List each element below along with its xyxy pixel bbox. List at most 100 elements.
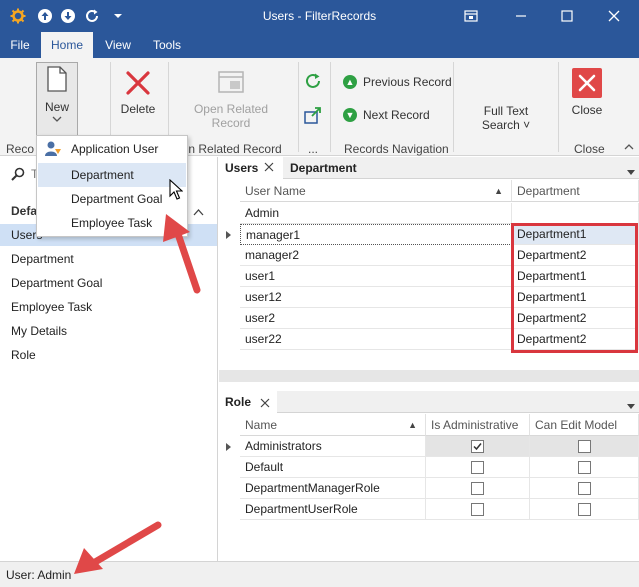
splitter[interactable] [219,370,639,382]
tab-home[interactable]: Home [41,32,93,58]
next-record-button[interactable]: ▼ Next Record [343,108,430,122]
can-edit-model-cell[interactable] [530,457,639,478]
previous-record-button[interactable]: ▲ Previous Record [343,75,452,89]
sort-ascending-icon: ▲ [408,420,417,430]
is-administrative-cell[interactable] [426,478,530,499]
can-edit-model-cell[interactable] [530,499,639,520]
arrow-up-circle-icon: ▲ [343,75,357,89]
nav-item-department[interactable]: Department [0,248,217,270]
checkbox[interactable] [577,503,591,517]
close-button[interactable]: Close [564,68,610,117]
can-edit-model-cell[interactable] [530,478,639,499]
checkbox[interactable] [577,461,591,475]
checkbox[interactable] [471,503,484,517]
collapse-ribbon-icon[interactable] [624,140,634,154]
sort-ascending-icon: ▲ [494,186,503,196]
role-name-cell[interactable]: Default [240,457,426,478]
group-label-records: Reco [6,142,35,156]
column-header-is-administrative[interactable]: Is Administrative [426,414,530,436]
full-text-search-label-1: Full Text [483,104,529,118]
close-tab-icon[interactable] [264,161,274,175]
chevron-down-icon [52,116,62,122]
department-cell[interactable]: Department1 [512,266,639,287]
user-name-cell[interactable]: user12 [240,287,512,308]
menu-item-department-goal[interactable]: Department Goal [38,187,186,211]
department-cell[interactable]: Department1 [512,287,639,308]
is-administrative-cell[interactable] [426,436,530,457]
checked-checkbox[interactable] [471,440,484,454]
tab-file[interactable]: File [4,32,36,58]
collapse-group-icon[interactable] [193,205,204,219]
refresh-green-icon[interactable] [304,72,322,93]
department-cell[interactable]: Department1 [512,224,639,245]
tab-view[interactable]: View [98,32,138,58]
user-name-cell[interactable]: manager1 [240,224,512,245]
close-label: Close [571,103,603,117]
user-name-cell[interactable]: user1 [240,266,512,287]
is-administrative-cell[interactable] [426,457,530,478]
role-name-cell[interactable]: DepartmentUserRole [240,499,426,520]
nav-item-department-goal[interactable]: Department Goal [0,272,217,294]
checkbox[interactable] [471,482,484,496]
new-label: New [44,100,69,114]
delete-button[interactable]: Delete [114,70,162,116]
menu-item-application-user[interactable]: Application User [38,137,186,161]
fullscreen-icon[interactable] [459,5,483,27]
role-name-cell[interactable]: DepartmentManagerRole [240,478,426,499]
can-edit-model-cell[interactable] [530,436,639,457]
menu-item-employee-task[interactable]: Employee Task [38,211,186,235]
ribbon-separator [298,62,299,152]
full-text-search-button[interactable]: Full Text Search ˅ [473,104,539,132]
column-header-name[interactable]: Name ▲ [240,414,426,436]
title-bar: Users - FilterRecords [0,0,639,32]
role-name-cell[interactable]: Administrators [240,436,426,457]
search-icon[interactable] [11,167,25,184]
delete-label: Delete [120,102,156,116]
next-record-label: Next Record [363,108,430,122]
ribbon-tabs: File Home View Tools [0,32,639,58]
is-administrative-cell[interactable] [426,499,530,520]
tab-menu-chevron-icon[interactable] [627,165,635,179]
ribbon-separator [453,62,454,152]
department-cell[interactable]: Department2 [512,308,639,329]
department-cell[interactable]: Department2 [512,245,639,266]
full-text-search-label-2: Search ˅ [481,118,531,132]
column-header-user-name[interactable]: User Name ▲ [240,180,512,202]
group-label-records-navigation: Records Navigation [344,142,449,156]
open-related-label-2: Record [211,116,251,130]
group-label-ellipsis: ... [308,142,319,156]
checkbox[interactable] [577,440,591,454]
nav-group-header[interactable]: Defa [11,204,37,218]
menu-item-department[interactable]: Department [38,163,186,187]
user-name-cell[interactable]: manager2 [240,245,512,266]
close-window-icon[interactable] [602,5,626,27]
minimize-icon[interactable] [509,5,533,27]
close-tab-icon[interactable] [260,397,270,411]
new-button-content[interactable]: New [36,66,78,123]
export-icon[interactable] [304,106,322,127]
open-related-icon [218,71,244,93]
new-document-icon [47,66,67,92]
group-label-close: Close [574,142,605,156]
nav-item-role[interactable]: Role [0,344,217,366]
tab-department[interactable]: Department [290,157,400,179]
tab-tools[interactable]: Tools [146,32,188,58]
nav-item-my-details[interactable]: My Details [0,320,217,342]
maximize-icon[interactable] [555,5,579,27]
nav-item-employee-task[interactable]: Employee Task [0,296,217,318]
department-cell[interactable] [512,203,639,224]
checkbox[interactable] [577,482,591,496]
window-title: Users - FilterRecords [262,9,377,23]
tab-menu-chevron-icon[interactable] [627,399,635,413]
checkbox[interactable] [471,461,484,475]
row-indicator-icon [226,443,231,451]
open-related-record-button[interactable]: Open Related Record [186,70,276,130]
column-header-can-edit-model[interactable]: Can Edit Model [530,414,639,436]
user-name-cell[interactable]: user22 [240,329,512,350]
user-name-cell[interactable]: Admin [240,203,512,224]
user-name-cell[interactable]: user2 [240,308,512,329]
column-header-department[interactable]: Department [512,180,639,202]
users-panel-tabs: Users Department [219,157,639,179]
department-cell[interactable]: Department2 [512,329,639,350]
close-red-icon [572,68,602,98]
